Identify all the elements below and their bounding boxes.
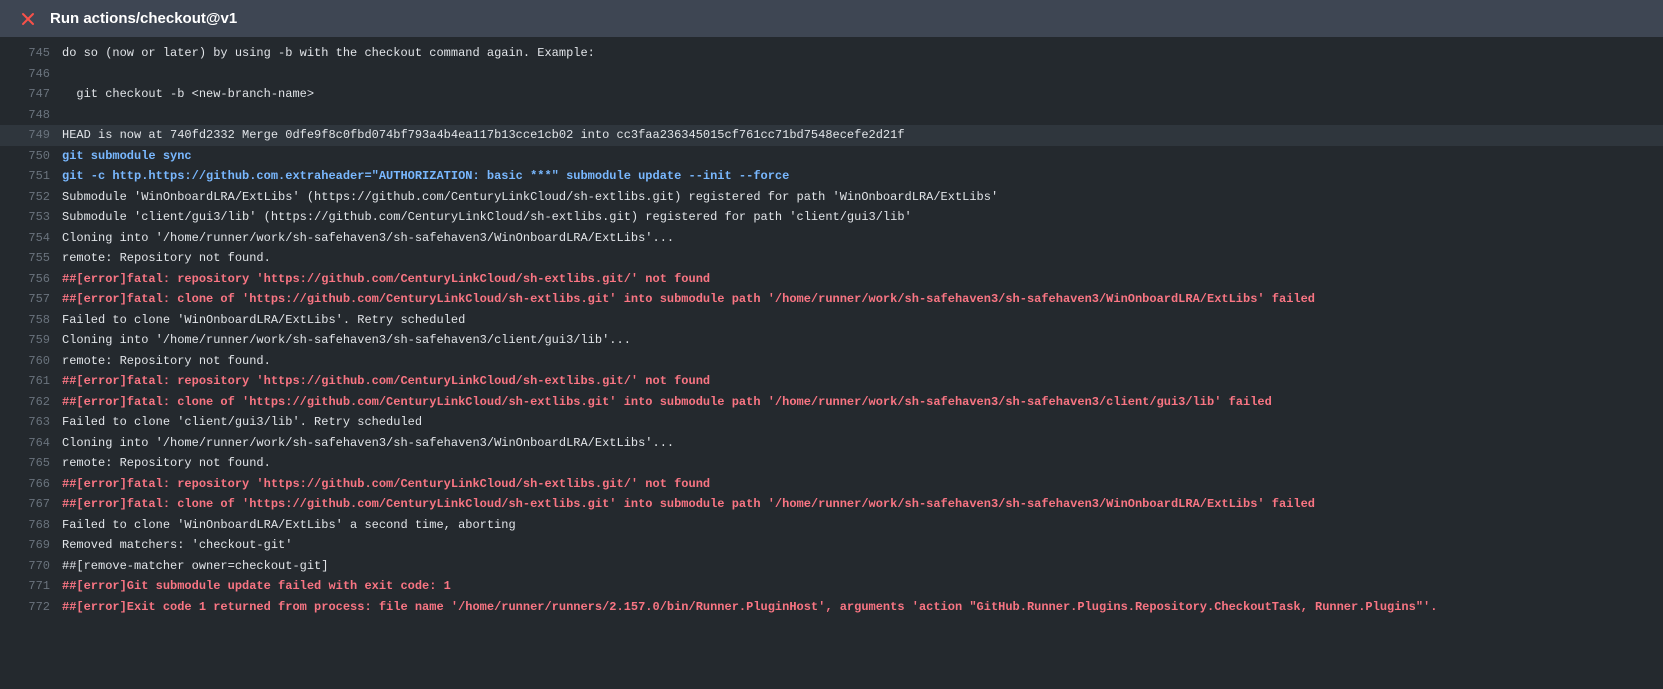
log-line-text: git submodule sync [62,146,1663,167]
line-number: 755 [0,248,62,269]
line-number: 768 [0,515,62,536]
log-line-text: ##[error]fatal: repository 'https://gith… [62,269,1663,290]
log-line-text: Failed to clone 'WinOnboardLRA/ExtLibs' … [62,515,1663,536]
line-number: 762 [0,392,62,413]
line-number: 750 [0,146,62,167]
log-line-text: ##[error]fatal: clone of 'https://github… [62,392,1663,413]
log-row[interactable]: 753Submodule 'client/gui3/lib' (https://… [0,207,1663,228]
log-row[interactable]: 746 [0,64,1663,85]
step-header[interactable]: Run actions/checkout@v1 [0,0,1663,37]
log-line-text [62,64,1663,85]
log-row[interactable]: 763Failed to clone 'client/gui3/lib'. Re… [0,412,1663,433]
log-line-text: Submodule 'WinOnboardLRA/ExtLibs' (https… [62,187,1663,208]
log-row[interactable]: 772##[error]Exit code 1 returned from pr… [0,597,1663,618]
line-number: 748 [0,105,62,126]
log-line-text: git checkout -b <new-branch-name> [62,84,1663,105]
log-row[interactable]: 762##[error]fatal: clone of 'https://git… [0,392,1663,413]
line-number: 766 [0,474,62,495]
log-row[interactable]: 771##[error]Git submodule update failed … [0,576,1663,597]
log-line-text: Failed to clone 'client/gui3/lib'. Retry… [62,412,1663,433]
line-number: 758 [0,310,62,331]
line-number: 759 [0,330,62,351]
line-number: 764 [0,433,62,454]
line-number: 746 [0,64,62,85]
line-number: 752 [0,187,62,208]
line-number: 767 [0,494,62,515]
line-number: 745 [0,43,62,64]
line-number: 772 [0,597,62,618]
log-line-text: do so (now or later) by using -b with th… [62,43,1663,64]
log-line-text: remote: Repository not found. [62,248,1663,269]
log-row[interactable]: 745do so (now or later) by using -b with… [0,43,1663,64]
log-line-text: ##[error]fatal: repository 'https://gith… [62,371,1663,392]
log-line-text: ##[error]fatal: clone of 'https://github… [62,494,1663,515]
line-number: 754 [0,228,62,249]
log-line-text: git -c http.https://github.com.extrahead… [62,166,1663,187]
log-line-text: Cloning into '/home/runner/work/sh-safeh… [62,330,1663,351]
line-number: 753 [0,207,62,228]
log-line-text: remote: Repository not found. [62,351,1663,372]
line-number: 751 [0,166,62,187]
line-number: 749 [0,125,62,146]
log-row[interactable]: 767##[error]fatal: clone of 'https://git… [0,494,1663,515]
log-row[interactable]: 748 [0,105,1663,126]
close-error-icon [20,11,36,27]
log-row[interactable]: 754Cloning into '/home/runner/work/sh-sa… [0,228,1663,249]
log-row[interactable]: 755remote: Repository not found. [0,248,1663,269]
log-line-text: Cloning into '/home/runner/work/sh-safeh… [62,433,1663,454]
log-row[interactable]: 759Cloning into '/home/runner/work/sh-sa… [0,330,1663,351]
log-line-text: Cloning into '/home/runner/work/sh-safeh… [62,228,1663,249]
log-row[interactable]: 764Cloning into '/home/runner/work/sh-sa… [0,433,1663,454]
log-row[interactable]: 756##[error]fatal: repository 'https://g… [0,269,1663,290]
log-row[interactable]: 768Failed to clone 'WinOnboardLRA/ExtLib… [0,515,1663,536]
log-row[interactable]: 761##[error]fatal: repository 'https://g… [0,371,1663,392]
log-line-text: ##[remove-matcher owner=checkout-git] [62,556,1663,577]
log-line-text: Submodule 'client/gui3/lib' (https://git… [62,207,1663,228]
log-row[interactable]: 747 git checkout -b <new-branch-name> [0,84,1663,105]
log-line-text: Failed to clone 'WinOnboardLRA/ExtLibs'.… [62,310,1663,331]
line-number: 765 [0,453,62,474]
log-row[interactable]: 752Submodule 'WinOnboardLRA/ExtLibs' (ht… [0,187,1663,208]
log-row[interactable]: 766##[error]fatal: repository 'https://g… [0,474,1663,495]
log-line-text: Removed matchers: 'checkout-git' [62,535,1663,556]
log-line-text: ##[error]fatal: repository 'https://gith… [62,474,1663,495]
line-number: 756 [0,269,62,290]
log-row[interactable]: 749HEAD is now at 740fd2332 Merge 0dfe9f… [0,125,1663,146]
line-number: 769 [0,535,62,556]
line-number: 770 [0,556,62,577]
log-line-text [62,105,1663,126]
log-row[interactable]: 769Removed matchers: 'checkout-git' [0,535,1663,556]
log-line-text: ##[error]Git submodule update failed wit… [62,576,1663,597]
log-row[interactable]: 770##[remove-matcher owner=checkout-git] [0,556,1663,577]
log-line-text: remote: Repository not found. [62,453,1663,474]
line-number: 763 [0,412,62,433]
log-line-text: ##[error]fatal: clone of 'https://github… [62,289,1663,310]
log-row[interactable]: 760remote: Repository not found. [0,351,1663,372]
log-row[interactable]: 758Failed to clone 'WinOnboardLRA/ExtLib… [0,310,1663,331]
log-row[interactable]: 751git -c http.https://github.com.extrah… [0,166,1663,187]
log-line-text: ##[error]Exit code 1 returned from proce… [62,597,1663,618]
line-number: 771 [0,576,62,597]
line-number: 760 [0,351,62,372]
log-line-text: HEAD is now at 740fd2332 Merge 0dfe9f8c0… [62,125,1663,146]
log-row[interactable]: 765remote: Repository not found. [0,453,1663,474]
line-number: 761 [0,371,62,392]
line-number: 747 [0,84,62,105]
log-row[interactable]: 750git submodule sync [0,146,1663,167]
line-number: 757 [0,289,62,310]
log-output: 745do so (now or later) by using -b with… [0,37,1663,629]
step-title: Run actions/checkout@v1 [50,10,237,27]
log-row[interactable]: 757##[error]fatal: clone of 'https://git… [0,289,1663,310]
